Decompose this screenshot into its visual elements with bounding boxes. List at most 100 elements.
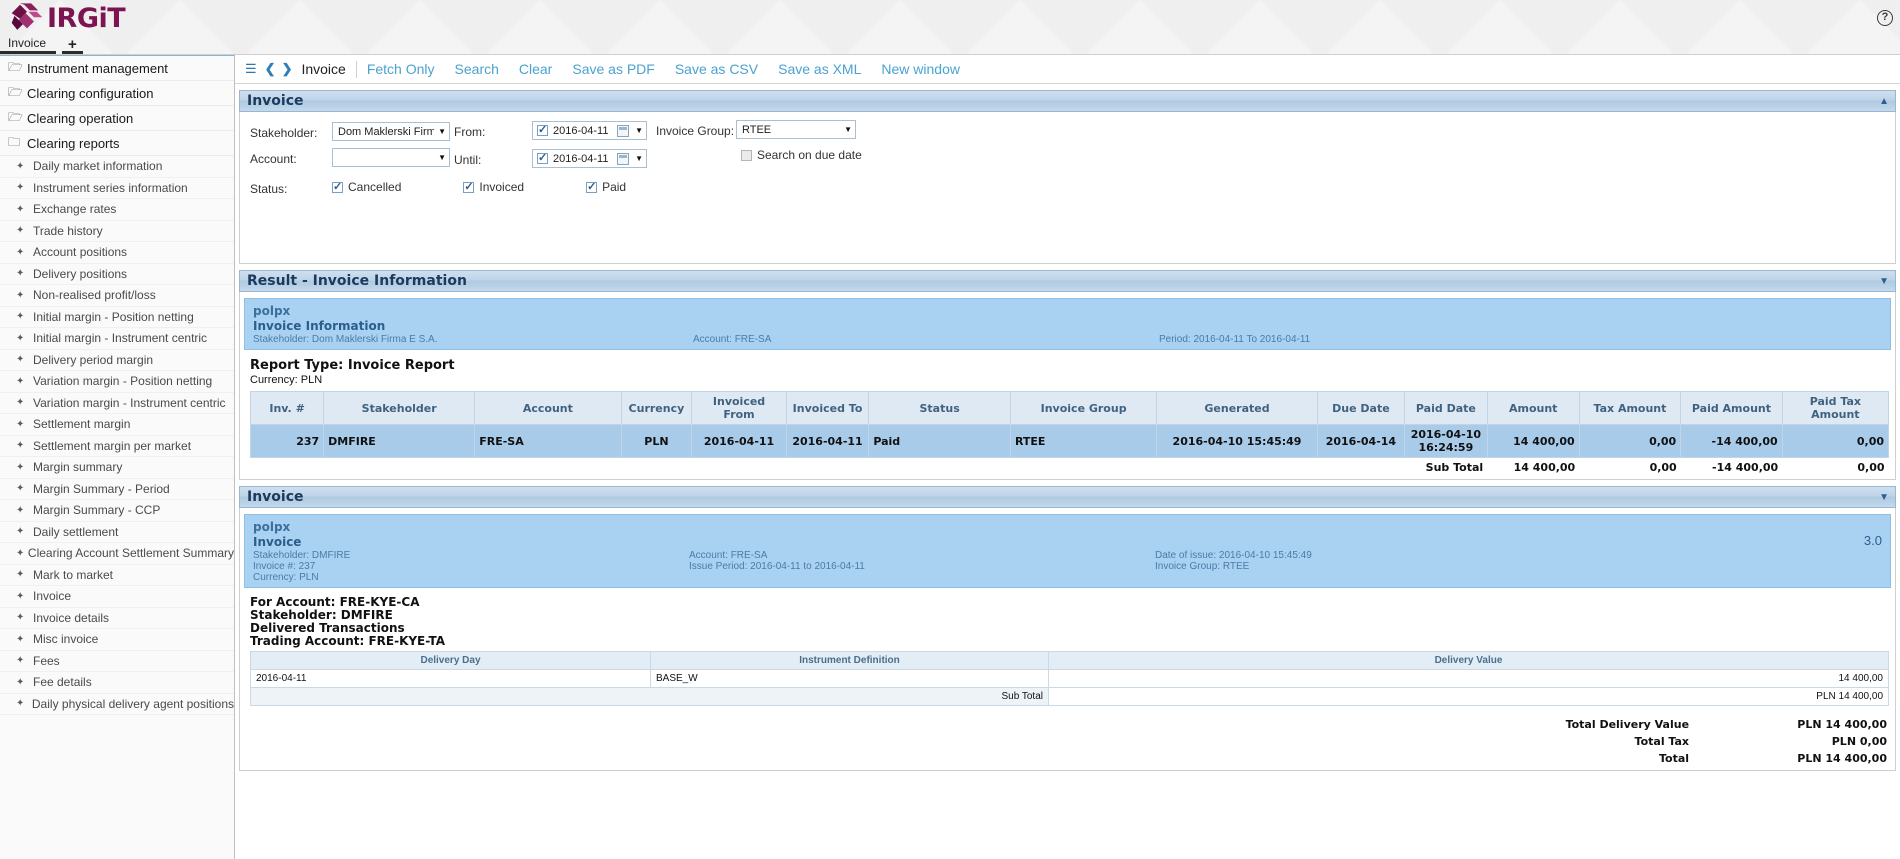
column-header[interactable]: Paid Amount xyxy=(1680,391,1783,425)
sidebar-item-account-positions[interactable]: ✦ Account positions xyxy=(0,242,234,264)
column-header[interactable]: Invoiced From xyxy=(691,391,787,425)
sidebar-item-exchange-rates[interactable]: ✦ Exchange rates xyxy=(0,199,234,221)
column-header[interactable]: Delivery Value xyxy=(1048,651,1889,670)
chevron-down-icon[interactable]: ▼ xyxy=(635,154,643,163)
total-row: Total PLN 14 400,00 xyxy=(252,751,1887,766)
column-header[interactable]: Status xyxy=(868,391,1011,425)
diamond-icon: ✦ xyxy=(16,375,25,387)
account-select[interactable]: ▼ xyxy=(332,148,450,167)
column-header[interactable]: Paid Date xyxy=(1404,391,1488,425)
add-tab-button[interactable]: + xyxy=(62,37,83,54)
sitemap-icon[interactable]: ☰ xyxy=(245,61,257,77)
sidebar-item-label: Daily market information xyxy=(33,159,163,174)
sidebar-item-fee-details[interactable]: ✦ Fee details xyxy=(0,672,234,694)
sidebar-item-initial-margin-position-netting[interactable]: ✦ Initial margin - Position netting xyxy=(0,307,234,328)
sidebar-item-non-realised-profit-loss[interactable]: ✦ Non-realised profit/loss xyxy=(0,285,234,307)
sidebar-item-clearing-account-settlement-summary[interactable]: ✦ Clearing Account Settlement Summary xyxy=(0,543,234,565)
sidebar-item-delivery-period-margin[interactable]: ✦ Delivery period margin xyxy=(0,350,234,371)
result-panel-title: Result - Invoice Information xyxy=(247,273,467,289)
invoice-group-select[interactable]: RTEE ▼ xyxy=(736,120,856,139)
tab-invoice[interactable]: Invoice xyxy=(0,36,57,54)
sidebar-item-margin-summary-ccp[interactable]: ✦ Margin Summary - CCP xyxy=(0,500,234,522)
sidebar-item-variation-margin-instrument-centric[interactable]: ✦ Variation margin - Instrument centric xyxy=(0,393,234,414)
column-header[interactable]: Paid Tax Amount xyxy=(1781,391,1890,425)
toolbar-link-save-as-xml[interactable]: Save as XML xyxy=(768,61,871,77)
toolbar-link-save-as-pdf[interactable]: Save as PDF xyxy=(562,61,664,77)
sidebar-report-items: ✦ Daily market information ✦ Instrument ser… xyxy=(0,156,234,715)
from-date-checkbox[interactable] xyxy=(537,123,548,136)
toolbar-link-save-as-csv[interactable]: Save as CSV xyxy=(665,61,768,77)
sidebar-item-daily-settlement[interactable]: ✦ Daily settlement xyxy=(0,522,234,543)
sidebar-item-invoice[interactable]: ✦ Invoice xyxy=(0,586,234,608)
column-header[interactable]: Invoice Group xyxy=(1009,391,1158,425)
chevron-down-icon[interactable]: ▼ xyxy=(635,126,643,135)
search-due-date-label: Search on due date xyxy=(757,148,862,162)
sidebar-item-label: Initial margin - Position netting xyxy=(33,309,194,324)
column-header[interactable]: Inv. # xyxy=(249,391,325,425)
sidebar-item-variation-margin-position-netting[interactable]: ✦ Variation margin - Position netting xyxy=(0,371,234,393)
forward-arrow-icon[interactable]: ❯ xyxy=(282,61,293,77)
column-header[interactable]: Generated xyxy=(1156,391,1318,425)
collapse-icon[interactable]: ▼ xyxy=(1879,276,1889,287)
status-option-invoiced[interactable]: Invoiced xyxy=(463,180,524,194)
sidebar-item-trade-history[interactable]: ✦ Trade history xyxy=(0,221,234,242)
invoice-version: 3.0 xyxy=(1863,533,1882,548)
calendar-icon[interactable] xyxy=(617,152,630,165)
column-header[interactable]: Delivery Day xyxy=(250,651,651,670)
calendar-icon[interactable] xyxy=(617,124,630,137)
column-header[interactable]: Invoiced To xyxy=(785,391,870,425)
sidebar-group-0[interactable]: 🗁 Instrument management xyxy=(0,56,234,81)
sidebar-item-margin-summary-period[interactable]: ✦ Margin Summary - Period xyxy=(0,479,234,500)
search-due-date-option[interactable]: Search on due date xyxy=(741,148,862,162)
sidebar-item-mark-to-market[interactable]: ✦ Mark to market xyxy=(0,565,234,586)
status-option-paid[interactable]: Paid xyxy=(586,180,626,194)
sidebar-group-1[interactable]: 🗁 Clearing configuration xyxy=(0,81,234,106)
toolbar-links: Fetch Only Search Clear Save as PDF Save as … xyxy=(357,61,970,77)
from-date-field[interactable]: 2016-04-11 ▼ xyxy=(532,121,647,140)
column-header[interactable]: Currency xyxy=(620,391,693,425)
status-checkbox[interactable] xyxy=(463,180,475,193)
invoice-panel-header[interactable]: Invoice ▼ xyxy=(239,486,1896,508)
collapse-icon[interactable]: ▲ xyxy=(1879,96,1889,107)
column-header[interactable]: Tax Amount xyxy=(1578,391,1682,425)
toolbar-link-search[interactable]: Search xyxy=(445,61,509,77)
sidebar-group-2[interactable]: 🗁 Clearing operation xyxy=(0,106,234,131)
status-option-cancelled[interactable]: Cancelled xyxy=(332,180,401,194)
column-header[interactable]: Amount xyxy=(1486,391,1580,425)
sidebar-item-invoice-details[interactable]: ✦ Invoice details xyxy=(0,608,234,629)
status-checkbox[interactable] xyxy=(332,180,343,193)
help-icon[interactable]: ? xyxy=(1877,10,1893,26)
sidebar-group-3[interactable]: 🗀 Clearing reports xyxy=(0,131,234,156)
sidebar-item-margin-summary[interactable]: ✦ Margin summary xyxy=(0,457,234,479)
search-panel-header[interactable]: Invoice ▲ xyxy=(239,90,1896,112)
sidebar-item-daily-physical-delivery-agent-positions[interactable]: ✦ Daily physical delivery agent positions xyxy=(0,694,234,715)
column-header[interactable]: Due Date xyxy=(1316,391,1406,425)
result-panel-header[interactable]: Result - Invoice Information ▼ xyxy=(239,270,1896,292)
sidebar-item-label: Settlement margin per market xyxy=(33,438,192,453)
sidebar-item-settlement-margin[interactable]: ✦ Settlement margin xyxy=(0,414,234,436)
sidebar-item-delivery-positions[interactable]: ✦ Delivery positions xyxy=(0,264,234,285)
column-header[interactable]: Stakeholder xyxy=(323,391,476,425)
until-date-checkbox[interactable] xyxy=(537,151,548,164)
back-arrow-icon[interactable]: ❮ xyxy=(265,61,276,77)
sidebar-item-daily-market-information[interactable]: ✦ Daily market information xyxy=(0,156,234,178)
until-date-field[interactable]: 2016-04-11 ▼ xyxy=(532,149,647,168)
from-date-value: 2016-04-11 xyxy=(553,124,609,137)
search-due-date-checkbox[interactable] xyxy=(741,149,752,161)
sidebar-item-misc-invoice[interactable]: ✦ Misc invoice xyxy=(0,629,234,651)
column-header[interactable]: Account xyxy=(474,391,622,425)
toolbar-link-new-window[interactable]: New window xyxy=(871,61,970,77)
column-header[interactable]: Instrument Definition xyxy=(650,651,1049,670)
status-checkbox[interactable] xyxy=(586,180,598,193)
sidebar-item-fees[interactable]: ✦ Fees xyxy=(0,651,234,672)
table-row[interactable]: 237 DMFIRE FRE-SA PLN 2016-04-11 2016-04-11 Pa… xyxy=(249,424,1890,458)
toolbar-link-clear[interactable]: Clear xyxy=(509,61,562,77)
sidebar-item-initial-margin-instrument-centric[interactable]: ✦ Initial margin - Instrument centric xyxy=(0,328,234,350)
stakeholder-select[interactable]: Dom Maklerski Firma E ▼ xyxy=(332,122,450,141)
collapse-icon[interactable]: ▼ xyxy=(1879,492,1889,503)
diamond-icon: ✦ xyxy=(16,182,25,194)
sidebar-item-instrument-series-information[interactable]: ✦ Instrument series information xyxy=(0,178,234,199)
diamond-icon: ✦ xyxy=(16,698,25,710)
toolbar-link-fetch-only[interactable]: Fetch Only xyxy=(357,61,445,77)
sidebar-item-settlement-margin-per-market[interactable]: ✦ Settlement margin per market xyxy=(0,436,234,457)
